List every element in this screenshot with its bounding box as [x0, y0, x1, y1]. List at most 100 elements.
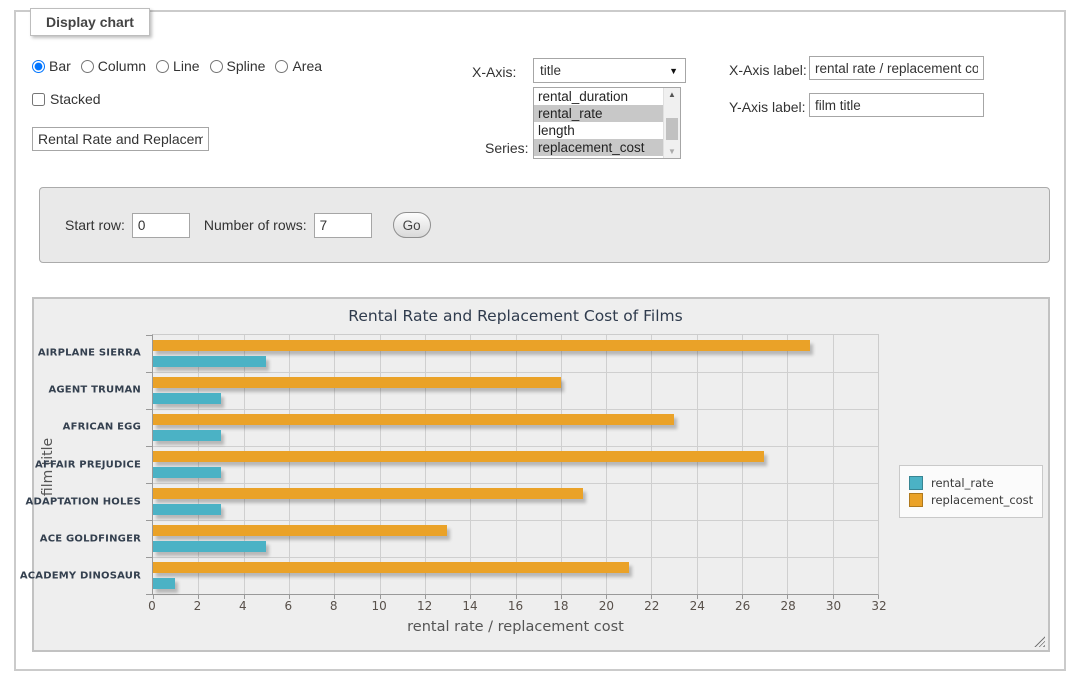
resize-handle-icon[interactable]	[1034, 636, 1045, 647]
series-option-replacement_cost[interactable]: replacement_cost	[534, 139, 663, 156]
bar-rental_rate[interactable]	[153, 430, 221, 441]
x-tick-label: 6	[284, 599, 292, 613]
chart-type-radio-label: Spline	[227, 58, 266, 74]
series-listbox[interactable]: rental_durationrental_ratelengthreplacem…	[533, 87, 681, 159]
x-tick-label: 20	[599, 599, 614, 613]
category-axis-labels: AIRPLANE SIERRAAGENT TRUMANAFRICAN EGGAF…	[34, 334, 147, 595]
chart-title-input[interactable]	[32, 127, 209, 151]
x-axis-label-input[interactable]	[809, 56, 984, 80]
display-chart-panel: Display chart Bar Column Line Spline Area St…	[14, 10, 1066, 671]
start-row-label: Start row:	[65, 217, 125, 233]
bar-rental_rate[interactable]	[153, 356, 266, 367]
scroll-up-icon[interactable]: ▲	[664, 90, 680, 99]
series-option-length[interactable]: length	[534, 122, 663, 139]
x-tick-label: 32	[871, 599, 886, 613]
bar-group-affair-prejudice	[153, 446, 878, 483]
bar-replacement_cost[interactable]	[153, 340, 810, 351]
scrollbar-thumb[interactable]	[666, 118, 678, 140]
y-tick-mark	[146, 520, 153, 521]
y-axis-label-label: Y-Axis label:	[729, 99, 806, 115]
chart-title: Rental Rate and Replacement Cost of Film…	[152, 307, 879, 325]
bar-group-african-egg	[153, 409, 878, 446]
category-label: AFRICAN EGG	[63, 422, 141, 433]
x-tick-label: 14	[462, 599, 477, 613]
start-row-input[interactable]	[132, 213, 190, 238]
x-axis-selected-value: title	[540, 63, 561, 78]
chart-type-radio-line[interactable]	[156, 60, 169, 73]
chart-type-radio-bar[interactable]	[32, 60, 45, 73]
x-tick-label: 16	[508, 599, 523, 613]
x-tick-label: 12	[417, 599, 432, 613]
x-tick-label: 28	[780, 599, 795, 613]
x-tick-label: 10	[372, 599, 387, 613]
bar-replacement_cost[interactable]	[153, 488, 583, 499]
chart-type-radio-column[interactable]	[81, 60, 94, 73]
bar-rental_rate[interactable]	[153, 504, 221, 515]
chart-x-axis-title: rental rate / replacement cost	[152, 619, 879, 635]
listbox-scrollbar[interactable]: ▲ ▼	[663, 88, 680, 158]
go-button[interactable]: Go	[393, 212, 431, 238]
bar-replacement_cost[interactable]	[153, 525, 447, 536]
category-label: AFFAIR PREJUDICE	[35, 459, 141, 470]
legend-swatch-icon	[909, 493, 923, 507]
legend-entry-rental_rate: rental_rate	[909, 476, 1033, 490]
bar-group-academy-dinosaur	[153, 557, 878, 594]
chart-type-radio-label: Area	[292, 58, 322, 74]
x-axis-label-label: X-Axis label:	[729, 62, 807, 78]
chart-type-radio-label: Bar	[49, 58, 71, 74]
stacked-checkbox[interactable]	[32, 93, 45, 106]
x-tick-label: 2	[194, 599, 202, 613]
y-tick-mark	[146, 483, 153, 484]
bar-replacement_cost[interactable]	[153, 377, 561, 388]
legend-entry-replacement_cost: replacement_cost	[909, 493, 1033, 507]
chart-type-radio-area[interactable]	[275, 60, 288, 73]
y-axis-label-input[interactable]	[809, 93, 984, 117]
radio-option-area: Area	[275, 58, 322, 74]
category-label: AIRPLANE SIERRA	[38, 347, 141, 358]
num-rows-input[interactable]	[314, 213, 372, 238]
x-tick-label: 22	[644, 599, 659, 613]
series-listbox-label: Series:	[485, 140, 529, 156]
series-option-rental_duration[interactable]: rental_duration	[534, 88, 663, 105]
chart-legend: rental_rate replacement_cost	[899, 465, 1043, 518]
radio-option-spline: Spline	[210, 58, 266, 74]
category-label: ADAPTATION HOLES	[26, 496, 142, 507]
category-label: ACE GOLDFINGER	[40, 534, 141, 545]
bar-rental_rate[interactable]	[153, 578, 175, 589]
radio-option-bar: Bar	[32, 58, 71, 74]
chart-type-radio-label: Column	[98, 58, 146, 74]
chart-type-radio-label: Line	[173, 58, 199, 74]
scroll-down-icon[interactable]: ▼	[664, 147, 680, 156]
chart-container: Rental Rate and Replacement Cost of Film…	[32, 297, 1050, 652]
radio-option-column: Column	[81, 58, 146, 74]
bar-group-agent-truman	[153, 372, 878, 409]
x-axis-select[interactable]: title ▼	[533, 58, 686, 83]
y-tick-mark	[146, 594, 153, 595]
stacked-label: Stacked	[50, 91, 101, 107]
chart-type-radiogroup: Bar Column Line Spline Area	[32, 58, 332, 74]
num-rows-label: Number of rows:	[204, 217, 307, 233]
bar-rental_rate[interactable]	[153, 393, 221, 404]
x-tick-label: 24	[690, 599, 705, 613]
legend-label: rental_rate	[931, 476, 994, 490]
y-tick-mark	[146, 446, 153, 447]
radio-option-line: Line	[156, 58, 199, 74]
x-axis-ticks: 02468101214161820222426283032	[152, 599, 879, 615]
y-tick-mark	[146, 557, 153, 558]
plot-area	[152, 334, 879, 595]
x-tick-label: 30	[826, 599, 841, 613]
bar-replacement_cost[interactable]	[153, 451, 764, 462]
x-tick-label: 4	[239, 599, 247, 613]
x-tick-label: 26	[735, 599, 750, 613]
bar-rental_rate[interactable]	[153, 541, 266, 552]
bar-group-airplane-sierra	[153, 335, 878, 372]
chart-type-radio-spline[interactable]	[210, 60, 223, 73]
bar-replacement_cost[interactable]	[153, 562, 629, 573]
panel-title: Display chart	[30, 8, 150, 36]
bar-replacement_cost[interactable]	[153, 414, 674, 425]
stacked-checkbox-label: Stacked	[32, 91, 101, 107]
y-tick-mark	[146, 409, 153, 410]
bar-rental_rate[interactable]	[153, 467, 221, 478]
series-option-rental_rate[interactable]: rental_rate	[534, 105, 663, 122]
category-label: ACADEMY DINOSAUR	[20, 571, 141, 582]
